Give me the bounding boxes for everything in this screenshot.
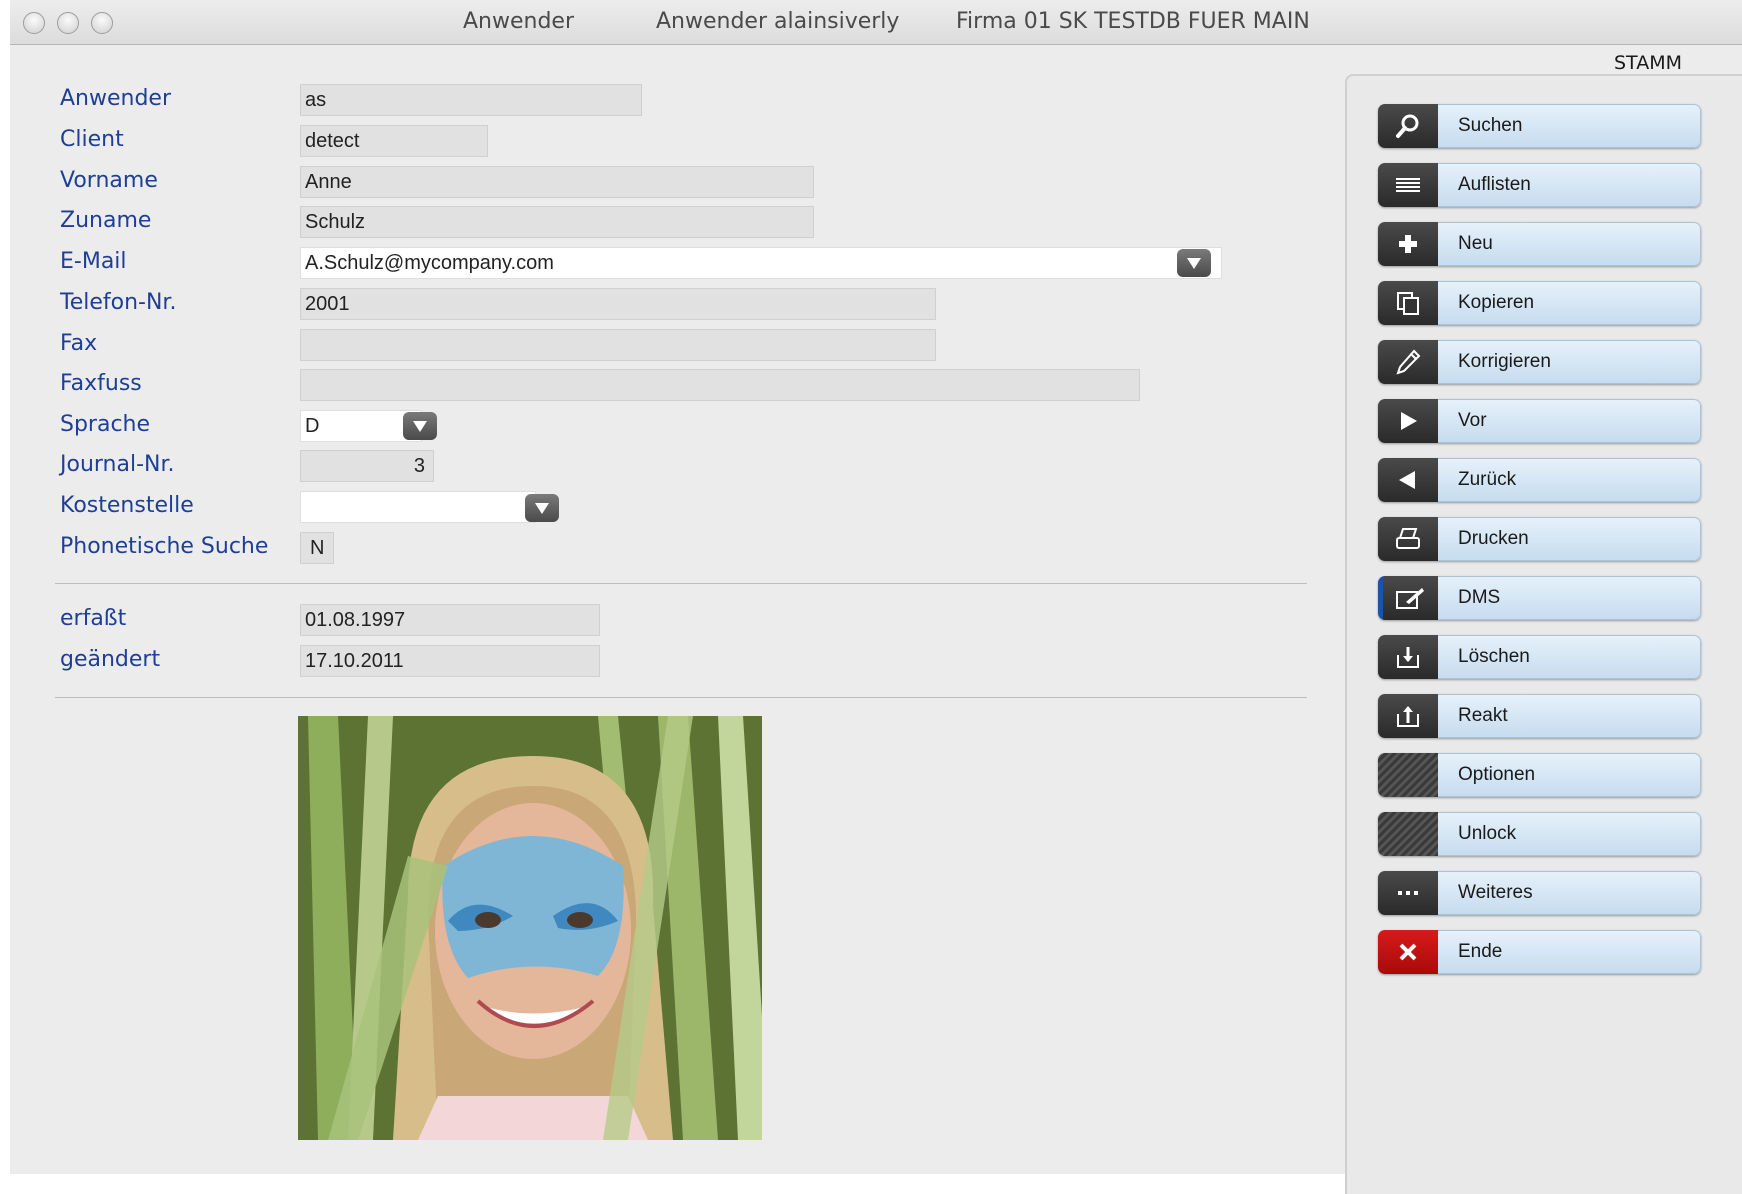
- suchen-button[interactable]: Suchen: [1378, 104, 1701, 148]
- label-fax: Fax: [60, 331, 98, 356]
- hatched-blank-icon: [1378, 812, 1438, 856]
- drucken-label: Drucken: [1438, 517, 1701, 561]
- loeschen-label: Löschen: [1438, 635, 1701, 679]
- journal-nr-field[interactable]: 3: [300, 450, 434, 482]
- dms-button[interactable]: DMS: [1378, 576, 1701, 620]
- neu-button[interactable]: Neu: [1378, 222, 1701, 266]
- pencil-icon: [1378, 340, 1438, 384]
- loeschen-button[interactable]: Löschen: [1378, 635, 1701, 679]
- kopieren-label: Kopieren: [1438, 281, 1701, 325]
- tray-upload-icon: [1378, 694, 1438, 738]
- auflisten-button[interactable]: Auflisten: [1378, 163, 1701, 207]
- erfasst-date-field[interactable]: 01.08.1997: [300, 604, 600, 636]
- kostenstelle-dropdown-button[interactable]: [525, 494, 559, 522]
- play-back-icon: [1378, 458, 1438, 502]
- unlock-label: Unlock: [1438, 812, 1701, 856]
- label-journal-nr: Journal-Nr.: [60, 452, 175, 477]
- plus-icon: [1378, 222, 1438, 266]
- faxfuss-field[interactable]: [300, 369, 1140, 401]
- telefon-field[interactable]: 2001: [300, 288, 936, 320]
- label-phonetische-suche: Phonetische Suche: [60, 534, 269, 559]
- label-anwender: Anwender: [60, 86, 172, 111]
- label-vorname: Vorname: [60, 168, 158, 193]
- section-divider: [55, 697, 1307, 698]
- label-sprache: Sprache: [60, 412, 151, 437]
- ellipsis-icon: [1378, 871, 1438, 915]
- unlock-button[interactable]: Unlock: [1378, 812, 1701, 856]
- reakt-button[interactable]: Reakt: [1378, 694, 1701, 738]
- neu-label: Neu: [1438, 222, 1701, 266]
- korrigieren-button[interactable]: Korrigieren: [1378, 340, 1701, 384]
- search-icon: [1378, 104, 1438, 148]
- label-kostenstelle: Kostenstelle: [60, 493, 194, 518]
- close-icon: [1378, 930, 1438, 974]
- korrigieren-label: Korrigieren: [1438, 340, 1701, 384]
- printer-icon: [1378, 517, 1438, 561]
- optionen-button[interactable]: Optionen: [1378, 753, 1701, 797]
- tray-download-icon: [1378, 635, 1438, 679]
- client-field[interactable]: detect: [300, 125, 488, 157]
- vor-button[interactable]: Vor: [1378, 399, 1701, 443]
- section-divider: [55, 583, 1307, 584]
- sprache-dropdown-button[interactable]: [403, 412, 437, 440]
- ende-button[interactable]: Ende: [1378, 930, 1701, 974]
- play-forward-icon: [1378, 399, 1438, 443]
- label-geaendert: geändert: [60, 647, 161, 672]
- kostenstelle-select[interactable]: [300, 491, 536, 523]
- minimize-window-button[interactable]: [57, 12, 79, 34]
- phonetische-suche-field[interactable]: N: [300, 532, 334, 564]
- label-faxfuss: Faxfuss: [60, 371, 142, 396]
- reakt-label: Reakt: [1438, 694, 1701, 738]
- email-dropdown-button[interactable]: [1177, 249, 1211, 277]
- suchen-label: Suchen: [1438, 104, 1701, 148]
- label-erfasst: erfaßt: [60, 606, 127, 631]
- document-folder-icon: [1378, 576, 1438, 620]
- list-icon: [1378, 163, 1438, 207]
- zurueck-button[interactable]: Zurück: [1378, 458, 1701, 502]
- vor-label: Vor: [1438, 399, 1701, 443]
- dms-label: DMS: [1438, 576, 1701, 620]
- weiteres-label: Weiteres: [1438, 871, 1701, 915]
- auflisten-label: Auflisten: [1438, 163, 1701, 207]
- user-photo[interactable]: [298, 716, 762, 1140]
- label-client: Client: [60, 127, 124, 152]
- hatched-blank-icon: [1378, 753, 1438, 797]
- zurueck-label: Zurück: [1438, 458, 1701, 502]
- label-email: E-Mail: [60, 249, 127, 274]
- ende-label: Ende: [1438, 930, 1701, 974]
- window-title-company: Firma 01 SK TESTDB FUER MAIN: [956, 9, 1310, 34]
- zuname-field[interactable]: Schulz: [300, 206, 814, 238]
- label-zuname: Zuname: [60, 208, 152, 233]
- anwender-field[interactable]: as: [300, 84, 642, 116]
- copy-icon: [1378, 281, 1438, 325]
- panel-title: STAMM: [1614, 52, 1682, 74]
- email-field[interactable]: A.Schulz@mycompany.com: [300, 247, 1222, 279]
- drucken-button[interactable]: Drucken: [1378, 517, 1701, 561]
- window-title-module: Anwender: [463, 9, 575, 34]
- weiteres-button[interactable]: Weiteres: [1378, 871, 1701, 915]
- vorname-field[interactable]: Anne: [300, 166, 814, 198]
- zoom-window-button[interactable]: [91, 12, 113, 34]
- window-title-user: Anwender alainsiverly: [656, 9, 900, 34]
- close-window-button[interactable]: [23, 12, 45, 34]
- geaendert-date-field[interactable]: 17.10.2011: [300, 645, 600, 677]
- fax-field[interactable]: [300, 329, 936, 361]
- optionen-label: Optionen: [1438, 753, 1701, 797]
- kopieren-button[interactable]: Kopieren: [1378, 281, 1701, 325]
- title-bar: Anwender Anwender alainsiverly Firma 01 …: [10, 0, 1742, 45]
- label-telefon: Telefon-Nr.: [60, 290, 177, 315]
